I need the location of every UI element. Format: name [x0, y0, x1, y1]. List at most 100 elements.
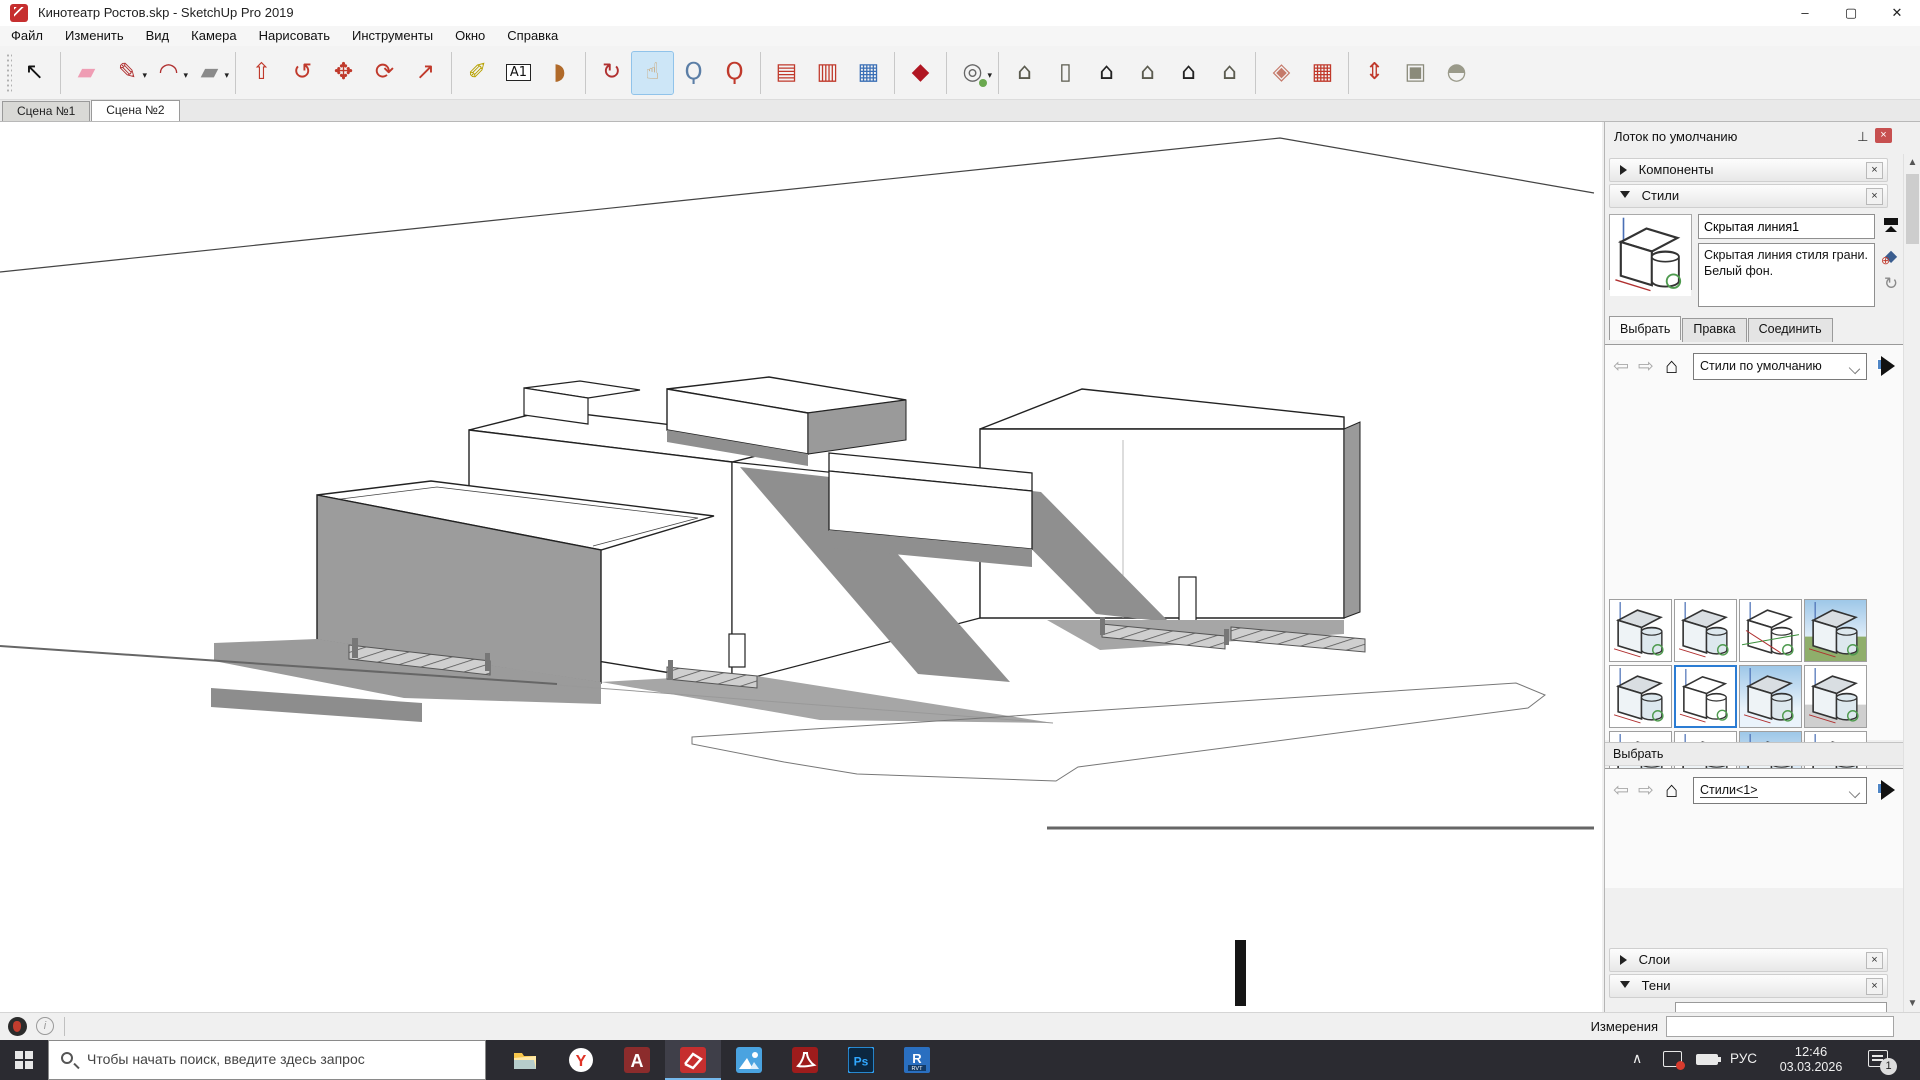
taskbar-app-photos[interactable]: [721, 1040, 777, 1080]
taskbar-app-photoshop[interactable]: Ps: [833, 1040, 889, 1080]
scene-tab-1[interactable]: Сцена №1: [2, 101, 90, 121]
paint-bucket-tool[interactable]: ◗: [539, 52, 580, 94]
tray-header[interactable]: Лоток по умолчанию ⊤ ×: [1605, 122, 1904, 152]
zoom-tool[interactable]: Ϙ: [673, 52, 714, 94]
style-thumbnail-3[interactable]: [1739, 599, 1802, 662]
start-button[interactable]: [0, 1040, 48, 1080]
text-tool[interactable]: A1: [498, 52, 539, 94]
pushpull-tool[interactable]: ⇧: [241, 52, 282, 94]
sandbox-from-scratch-button[interactable]: ▦: [1302, 52, 1343, 94]
create-style-icon[interactable]: ◆⊕: [1881, 246, 1901, 266]
line-tool[interactable]: ✎▾: [107, 52, 148, 94]
tape-measure-tool[interactable]: ✐: [457, 52, 498, 94]
taskbar-search[interactable]: Чтобы начать поиск, введите здесь запрос: [48, 1040, 486, 1080]
in-model-styles-dropdown[interactable]: Стили<1>: [1693, 777, 1867, 804]
eraser-tool[interactable]: ▰: [66, 52, 107, 94]
rotate-tool[interactable]: ⟳: [364, 52, 405, 94]
extension-warehouse-button[interactable]: ◆: [900, 52, 941, 94]
taskbar-app-acrobat[interactable]: [777, 1040, 833, 1080]
language-indicator[interactable]: РУС: [1730, 1051, 1757, 1066]
view-back-button[interactable]: ⌂: [1127, 52, 1168, 94]
sandbox-from-contours-button[interactable]: ◈: [1261, 52, 1302, 94]
geolocation-icon[interactable]: [8, 1017, 27, 1036]
close-button[interactable]: ✕: [1874, 0, 1920, 26]
stamp-tool[interactable]: ▣: [1395, 52, 1436, 94]
menu-5[interactable]: Инструменты: [341, 26, 444, 46]
scroll-down-icon[interactable]: ▼: [1904, 995, 1920, 1012]
battery-icon[interactable]: [1696, 1054, 1718, 1065]
taskbar-app-autocad[interactable]: A: [609, 1040, 665, 1080]
view-front-button[interactable]: ⌂: [1086, 52, 1127, 94]
style-thumbnail-8[interactable]: [1804, 665, 1867, 728]
section-close-icon[interactable]: ×: [1866, 978, 1883, 995]
style-thumbnail-7[interactable]: [1739, 665, 1802, 728]
style-thumbnail-6[interactable]: [1674, 665, 1737, 728]
section-layers[interactable]: Слои ×: [1609, 948, 1888, 972]
tray-chevron-icon[interactable]: ∧: [1632, 1050, 1642, 1067]
details-menu-button[interactable]: [1875, 777, 1899, 803]
taskbar-app-revit[interactable]: RRVT: [889, 1040, 945, 1080]
section-close-icon[interactable]: ×: [1866, 188, 1883, 205]
notification-badge[interactable]: 1: [1880, 1058, 1897, 1075]
rectangle-tool[interactable]: ▰▾: [189, 52, 230, 94]
style-thumbnail-4[interactable]: [1804, 599, 1867, 662]
taskbar-app-sketchup[interactable]: [665, 1040, 721, 1080]
tray-scrollbar[interactable]: ▲ ▼: [1903, 154, 1920, 1012]
send-to-layout-button[interactable]: ▦: [848, 52, 889, 94]
view-top-button[interactable]: ▯: [1045, 52, 1086, 94]
pane-toggle-icon[interactable]: [1881, 216, 1901, 236]
toolbar-drag-handle[interactable]: [6, 53, 12, 93]
update-style-icon[interactable]: ↻: [1881, 274, 1901, 294]
menu-3[interactable]: Камера: [180, 26, 247, 46]
followme-tool[interactable]: ↺: [282, 52, 323, 94]
dropdown-arrow-icon[interactable]: ▾: [224, 70, 229, 81]
style-name-input[interactable]: [1698, 214, 1875, 239]
forward-arrow-icon[interactable]: ⇨: [1638, 355, 1654, 378]
select-tool[interactable]: ↖: [14, 52, 55, 94]
orbit-tool[interactable]: ↻: [591, 52, 632, 94]
arc-tool[interactable]: ◠▾: [148, 52, 189, 94]
dropdown-arrow-icon[interactable]: ▾: [183, 70, 188, 81]
section-components[interactable]: Компоненты ×: [1609, 158, 1888, 182]
zoom-extents-tool[interactable]: Ϙ: [714, 52, 755, 94]
dropdown-arrow-icon[interactable]: ▾: [142, 70, 147, 81]
taskbar-app-yandex-browser[interactable]: Y: [553, 1040, 609, 1080]
menu-6[interactable]: Окно: [444, 26, 496, 46]
export-model-button[interactable]: ▤: [766, 52, 807, 94]
section-shadows[interactable]: Тени ×: [1609, 974, 1888, 998]
tray-close-icon[interactable]: ×: [1875, 128, 1892, 143]
view-left-button[interactable]: ⌂: [1168, 52, 1209, 94]
minimize-button[interactable]: –: [1782, 0, 1828, 26]
forward-arrow-icon[interactable]: ⇨: [1638, 779, 1654, 802]
menu-7[interactable]: Справка: [496, 26, 569, 46]
styles-tab-Соединить[interactable]: Соединить: [1748, 318, 1833, 342]
view-right-button[interactable]: ⌂: [1209, 52, 1250, 94]
back-arrow-icon[interactable]: ⇦: [1613, 355, 1629, 378]
home-icon[interactable]: ⌂: [1665, 777, 1678, 803]
styles-tab-Правка[interactable]: Правка: [1682, 318, 1746, 342]
model-viewport[interactable]: [0, 122, 1602, 1012]
smoove-tool[interactable]: ⇕: [1354, 52, 1395, 94]
styles-tab-Выбрать[interactable]: Выбрать: [1609, 316, 1681, 340]
dropdown-arrow-icon[interactable]: ▾: [987, 70, 992, 81]
back-arrow-icon[interactable]: ⇦: [1613, 779, 1629, 802]
scroll-up-icon[interactable]: ▲: [1904, 154, 1920, 171]
info-icon[interactable]: i: [36, 1017, 54, 1035]
style-collection-dropdown[interactable]: Стили по умолчанию: [1693, 353, 1867, 380]
menu-4[interactable]: Нарисовать: [248, 26, 341, 46]
pan-tool[interactable]: ☝: [632, 52, 673, 94]
account-button[interactable]: ◎▾: [952, 52, 993, 94]
export-image-button[interactable]: ▥: [807, 52, 848, 94]
menu-1[interactable]: Изменить: [54, 26, 135, 46]
maximize-button[interactable]: ▢: [1828, 0, 1874, 26]
style-thumbnail-5[interactable]: [1609, 665, 1672, 728]
taskbar-app-explorer[interactable]: [497, 1040, 553, 1080]
pin-icon[interactable]: ⊤: [1857, 128, 1868, 144]
scroll-thumb[interactable]: [1906, 174, 1919, 244]
home-icon[interactable]: ⌂: [1665, 353, 1678, 379]
style-description-box[interactable]: Скрытая линия стиля грани. Белый фон.: [1698, 243, 1875, 307]
menu-0[interactable]: Файл: [0, 26, 54, 46]
details-menu-button[interactable]: [1875, 353, 1899, 379]
move-tool[interactable]: ✥: [323, 52, 364, 94]
menu-2[interactable]: Вид: [135, 26, 181, 46]
